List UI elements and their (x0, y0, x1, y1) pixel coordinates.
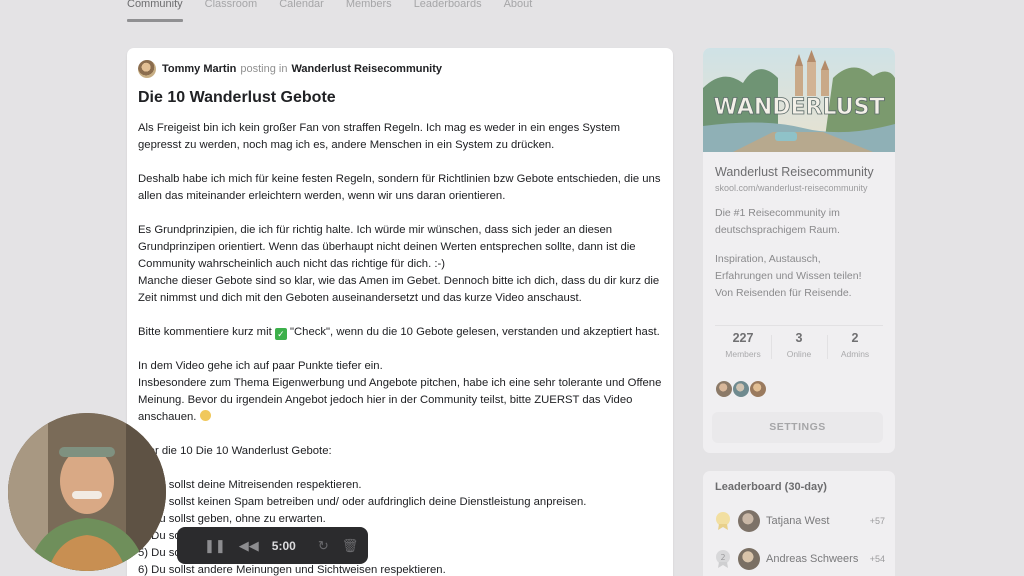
community-nav-tabs: Community Classroom Calendar Members Lea… (127, 0, 532, 22)
webcam-bubble[interactable] (8, 413, 166, 571)
leaderboard-row[interactable]: 2 Andreas Schweers +54 (713, 547, 885, 571)
post-text-line: Zeit nimmst und dich mit den Geboten aus… (138, 292, 582, 304)
post-text-line: In dem Video gehe ich auf paar Punkte ti… (138, 360, 383, 372)
check-line-after: "Check", wenn du die 10 Gebote gelesen, … (286, 326, 660, 338)
community-cover-image[interactable]: WANDERLUST (703, 48, 895, 152)
community-info-card: WANDERLUST Wanderlust Reisecommunity sko… (703, 48, 895, 453)
leaderboard-name[interactable]: Tatjana West (766, 515, 870, 527)
leaderboard-card: Leaderboard (30-day) Tatjana West +57 2 … (703, 471, 895, 576)
post-text-line: Bitte kommentiere kurz mit ✓ "Check", we… (138, 324, 668, 341)
leaderboard-row[interactable]: Tatjana West +57 (713, 509, 885, 533)
stat-online-label: Online (786, 349, 812, 359)
community-name[interactable]: Wanderlust Reisecommunity (715, 165, 874, 179)
grin-emoji-icon (199, 410, 211, 421)
tab-classroom[interactable]: Classroom (205, 0, 258, 22)
restart-icon[interactable]: ↻ (318, 538, 329, 554)
stat-admins-count: 2 (851, 331, 859, 345)
community-stats: 227 Members 3 Online 2 Admins (715, 331, 883, 365)
post-text-line: Als Freigeist bin ich kein großer Fan vo… (138, 122, 621, 134)
post-text-line: anschauen. (138, 409, 668, 426)
post-text-line: 3) Du sollst geben, ohne zu erwarten. (138, 513, 326, 525)
silver-medal-icon: 2 (716, 550, 730, 568)
stat-admins-label: Admins (840, 349, 870, 359)
leaderboard-title: Leaderboard (30-day) (715, 481, 827, 493)
tab-leaderboards[interactable]: Leaderboards (414, 0, 482, 22)
settings-button[interactable]: SETTINGS (712, 412, 883, 443)
post-text-line: Grundprinzipen orientiert. Wenn das über… (138, 241, 636, 253)
post-text-line: Manche dieser Gebote sind so klar, wie d… (138, 275, 660, 287)
author-name[interactable]: Tommy Martin (162, 63, 236, 75)
gold-medal-icon (716, 512, 730, 530)
avatar[interactable] (738, 548, 760, 570)
pause-icon[interactable]: ❚❚ (204, 538, 226, 553)
checkmark-icon: ✓ (274, 328, 287, 340)
community-tagline: Inspiration, Austausch, Erfahrungen und … (715, 253, 862, 299)
tab-about[interactable]: About (504, 0, 533, 22)
rewind-icon[interactable]: ◀◀ (239, 538, 259, 553)
post-community-link[interactable]: Wanderlust Reisecommunity (291, 63, 442, 75)
recording-controls: ❚❚ ◀◀ 5:00 ↻ 🗑 (177, 527, 368, 564)
leaderboard-name[interactable]: Andreas Schweers (766, 553, 870, 565)
stat-online[interactable]: 3 Online (771, 331, 827, 365)
post-text-line: Insbesondere zum Thema Eigenwerbung und … (138, 377, 662, 389)
post-text-line: Hier die 10 Die 10 Wanderlust Gebote: (138, 445, 332, 457)
stat-admins[interactable]: 2 Admins (827, 331, 883, 365)
post-text-line: allen das miteinander erleichtern werden… (138, 190, 506, 202)
delete-icon[interactable]: 🗑 (342, 538, 359, 554)
stat-members[interactable]: 227 Members (715, 331, 771, 365)
cover-wordmark: WANDERLUST (714, 95, 885, 120)
avatar[interactable] (715, 380, 733, 398)
community-url[interactable]: skool.com/wanderlust-reisecommunity (715, 183, 868, 193)
recording-timer: 5:00 (271, 538, 296, 553)
posting-in-label: posting in (240, 63, 288, 75)
community-description: Die #1 Reisecommunity im deutschsprachig… (715, 207, 840, 236)
post-author-line: Tommy Martin posting in Wanderlust Reise… (138, 60, 442, 78)
post-card: Tommy Martin posting in Wanderlust Reise… (127, 48, 673, 576)
avatar[interactable] (738, 510, 760, 532)
leaderboard-points: +54 (869, 554, 885, 564)
post-text-line: Community wahrscheinlich auch nicht das … (138, 258, 446, 270)
author-avatar[interactable] (138, 60, 156, 78)
leaderboard-points: +57 (869, 516, 885, 526)
post-text-line: 1) Du sollst deine Mitreisenden respekti… (138, 479, 362, 491)
avatar[interactable] (732, 380, 750, 398)
post-text-line: 2) Du sollst keinen Spam betreiben und/ … (138, 496, 587, 508)
post-title: Die 10 Wanderlust Gebote (138, 89, 336, 106)
post-text-line: Es Grundprinzipien, die ich für richtig … (138, 224, 613, 236)
post-text-line: gepresst zu werden, noch mag ich es, and… (138, 139, 555, 151)
tab-members[interactable]: Members (346, 0, 392, 22)
tab-calendar[interactable]: Calendar (279, 0, 324, 22)
post-body: Als Freigeist bin ich kein großer Fan vo… (138, 120, 668, 576)
stat-online-count: 3 (795, 331, 803, 345)
post-text-line: 6) Du sollst andere Meinungen und Sichtw… (138, 564, 446, 576)
svg-text:2: 2 (720, 553, 725, 562)
stat-members-count: 227 (732, 331, 754, 345)
member-avatars (715, 380, 767, 398)
check-line-before: Bitte kommentiere kurz mit (138, 326, 275, 338)
post-text: anschauen. (138, 411, 200, 423)
avatar[interactable] (749, 380, 767, 398)
stat-members-label: Members (725, 349, 761, 359)
tab-community[interactable]: Community (127, 0, 183, 22)
divider (715, 325, 883, 326)
post-text-line: Meinung. Bevor du irgendein Angebot jedo… (138, 394, 633, 406)
post-text-line: Deshalb habe ich mich für keine festen R… (138, 173, 661, 185)
